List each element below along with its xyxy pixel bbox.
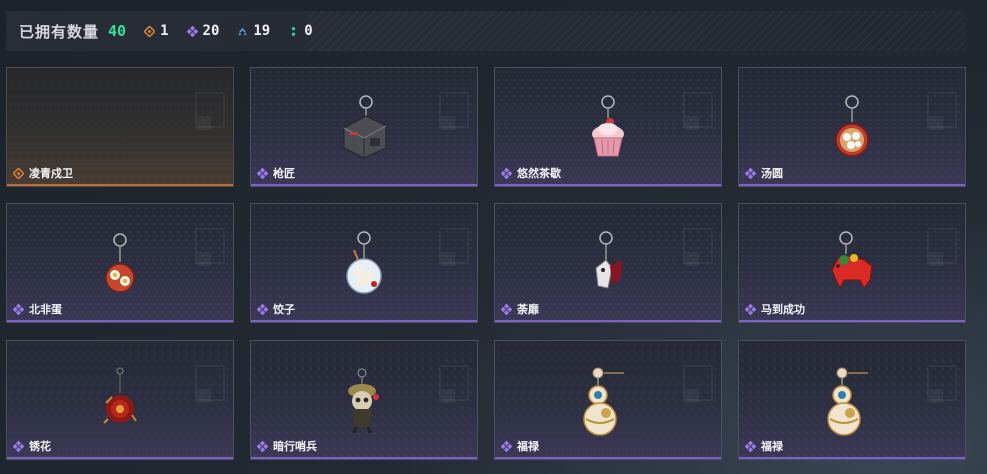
figure-keychain-icon — [595, 231, 622, 289]
item-label: 锈花 — [13, 438, 51, 454]
rarity-bar — [739, 457, 965, 459]
stat-purple: 20 — [186, 23, 220, 39]
item-name: 枪匠 — [273, 167, 295, 180]
purple-diamond-icon — [13, 303, 24, 315]
item-name: 饺子 — [273, 303, 295, 316]
item-name: 北非蛋 — [29, 303, 62, 316]
item-label: 枪匠 — [257, 165, 295, 181]
stat-green: 0 — [288, 23, 313, 39]
item-card[interactable]: 饺子 — [250, 203, 478, 323]
item-card[interactable]: 荼靡 — [494, 203, 722, 323]
rarity-bar — [495, 457, 721, 459]
box-keychain-icon — [343, 95, 387, 159]
item-label: 凌青戍卫 — [13, 165, 73, 181]
rose-keychain-icon — [103, 367, 137, 424]
item-label: 汤圆 — [745, 165, 783, 181]
card-decoration — [685, 389, 699, 403]
item-label: 荼靡 — [501, 301, 539, 317]
item-label: 福禄 — [501, 438, 539, 454]
stat-purple-value: 20 — [202, 23, 220, 39]
item-label: 暗行哨兵 — [257, 438, 317, 454]
stat-blue-value: 19 — [253, 23, 271, 39]
card-decoration — [929, 116, 943, 130]
purple-diamond-icon — [186, 25, 198, 37]
item-label: 饺子 — [257, 301, 295, 317]
item-label: 福禄 — [745, 438, 783, 454]
purple-diamond-icon — [257, 167, 268, 179]
inventory-header: 已拥有数量 40 1 20 19 0 — [6, 11, 966, 51]
item-card[interactable]: 马到成功 — [738, 203, 966, 323]
item-name: 暗行哨兵 — [273, 440, 317, 453]
rarity-bar — [7, 457, 233, 459]
eggs-keychain-icon — [105, 233, 135, 293]
card-decoration — [441, 389, 455, 403]
dumpling-keychain-icon — [346, 231, 382, 294]
owned-count: 40 — [108, 22, 127, 40]
item-label: 北非蛋 — [13, 301, 62, 317]
card-decoration — [929, 389, 943, 403]
card-decoration — [441, 116, 455, 130]
item-name: 福禄 — [517, 440, 539, 453]
card-decoration — [685, 252, 699, 266]
purple-diamond-icon — [257, 303, 268, 315]
cupcake-keychain-icon — [592, 95, 624, 157]
item-name: 锈花 — [29, 440, 51, 453]
rarity-bar — [739, 320, 965, 322]
rarity-bar — [251, 320, 477, 322]
card-decoration — [197, 252, 211, 266]
item-card[interactable]: 暗行哨兵 — [250, 340, 478, 460]
horse-keychain-icon — [831, 231, 873, 290]
green-dots-icon — [292, 26, 296, 36]
item-card[interactable]: 枪匠 — [250, 67, 478, 187]
card-decoration — [197, 116, 211, 130]
stat-green-value: 0 — [304, 23, 313, 39]
rarity-bar — [251, 457, 477, 459]
purple-diamond-icon — [501, 303, 512, 315]
item-card[interactable]: 锈花 — [6, 340, 234, 460]
owned-label: 已拥有数量 — [19, 22, 100, 41]
rarity-bar — [7, 184, 233, 186]
orange-diamond-icon — [13, 167, 24, 179]
rarity-bar — [739, 184, 965, 186]
card-decoration — [441, 252, 455, 266]
soldier-keychain-icon — [348, 368, 379, 434]
rarity-bar — [251, 184, 477, 186]
item-name: 马到成功 — [761, 303, 805, 316]
item-name: 福禄 — [761, 440, 783, 453]
item-card[interactable]: 汤圆 — [738, 67, 966, 187]
rarity-bar — [7, 320, 233, 322]
purple-diamond-icon — [13, 440, 24, 452]
purple-diamond-icon — [501, 167, 512, 179]
stat-orange-value: 1 — [160, 23, 169, 39]
item-card[interactable]: 福禄 — [738, 340, 966, 460]
item-card[interactable]: 凌青戍卫 — [6, 67, 234, 187]
purple-diamond-icon — [501, 440, 512, 452]
stat-orange: 1 — [144, 23, 169, 39]
purple-diamond-icon — [745, 303, 756, 315]
gourd-keychain-icon — [827, 367, 868, 436]
purple-diamond-icon — [745, 440, 756, 452]
stat-blue: 19 — [237, 23, 270, 39]
blue-chevron-icon — [239, 27, 247, 35]
card-decoration — [197, 389, 211, 403]
item-label: 马到成功 — [745, 301, 805, 317]
item-name: 凌青戍卫 — [29, 167, 73, 180]
rarity-bar — [495, 184, 721, 186]
purple-diamond-icon — [257, 440, 268, 452]
gourd-keychain-icon — [583, 367, 624, 436]
orange-diamond-icon — [144, 25, 156, 37]
item-label: 悠然茶歇 — [501, 165, 561, 181]
rarity-bar — [495, 320, 721, 322]
purple-diamond-icon — [745, 167, 756, 179]
item-name: 汤圆 — [761, 167, 783, 180]
bowl-keychain-icon — [835, 95, 869, 157]
item-name: 悠然茶歇 — [517, 167, 561, 180]
item-card[interactable]: 福禄 — [494, 340, 722, 460]
item-card[interactable]: 北非蛋 — [6, 203, 234, 323]
item-card[interactable]: 悠然茶歇 — [494, 67, 722, 187]
card-decoration — [685, 116, 699, 130]
item-name: 荼靡 — [517, 303, 539, 316]
card-decoration — [929, 252, 943, 266]
